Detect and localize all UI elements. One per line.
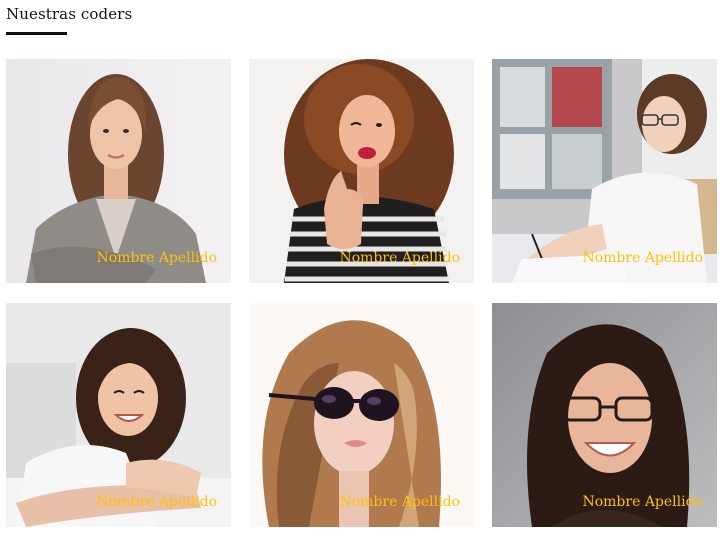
title-underline [6,32,67,35]
coder-card[interactable]: Nombre Apellido [492,303,717,527]
section-title: Nuestras coders [6,5,133,23]
coder-name: Nombre Apellido [582,494,703,510]
coder-name: Nombre Apellido [96,494,217,510]
coders-section: Nuestras coders Nombre Apellido Nombre A… [0,0,723,534]
coder-card[interactable]: Nombre Apellido [249,303,474,527]
coder-card[interactable]: Nombre Apellido [6,303,231,527]
coder-name: Nombre Apellido [339,250,460,266]
coder-name: Nombre Apellido [339,494,460,510]
coder-card[interactable]: Nombre Apellido [492,59,717,283]
coder-name: Nombre Apellido [96,250,217,266]
coder-card[interactable]: Nombre Apellido [249,59,474,283]
coder-name: Nombre Apellido [582,250,703,266]
coder-card[interactable]: Nombre Apellido [6,59,231,283]
